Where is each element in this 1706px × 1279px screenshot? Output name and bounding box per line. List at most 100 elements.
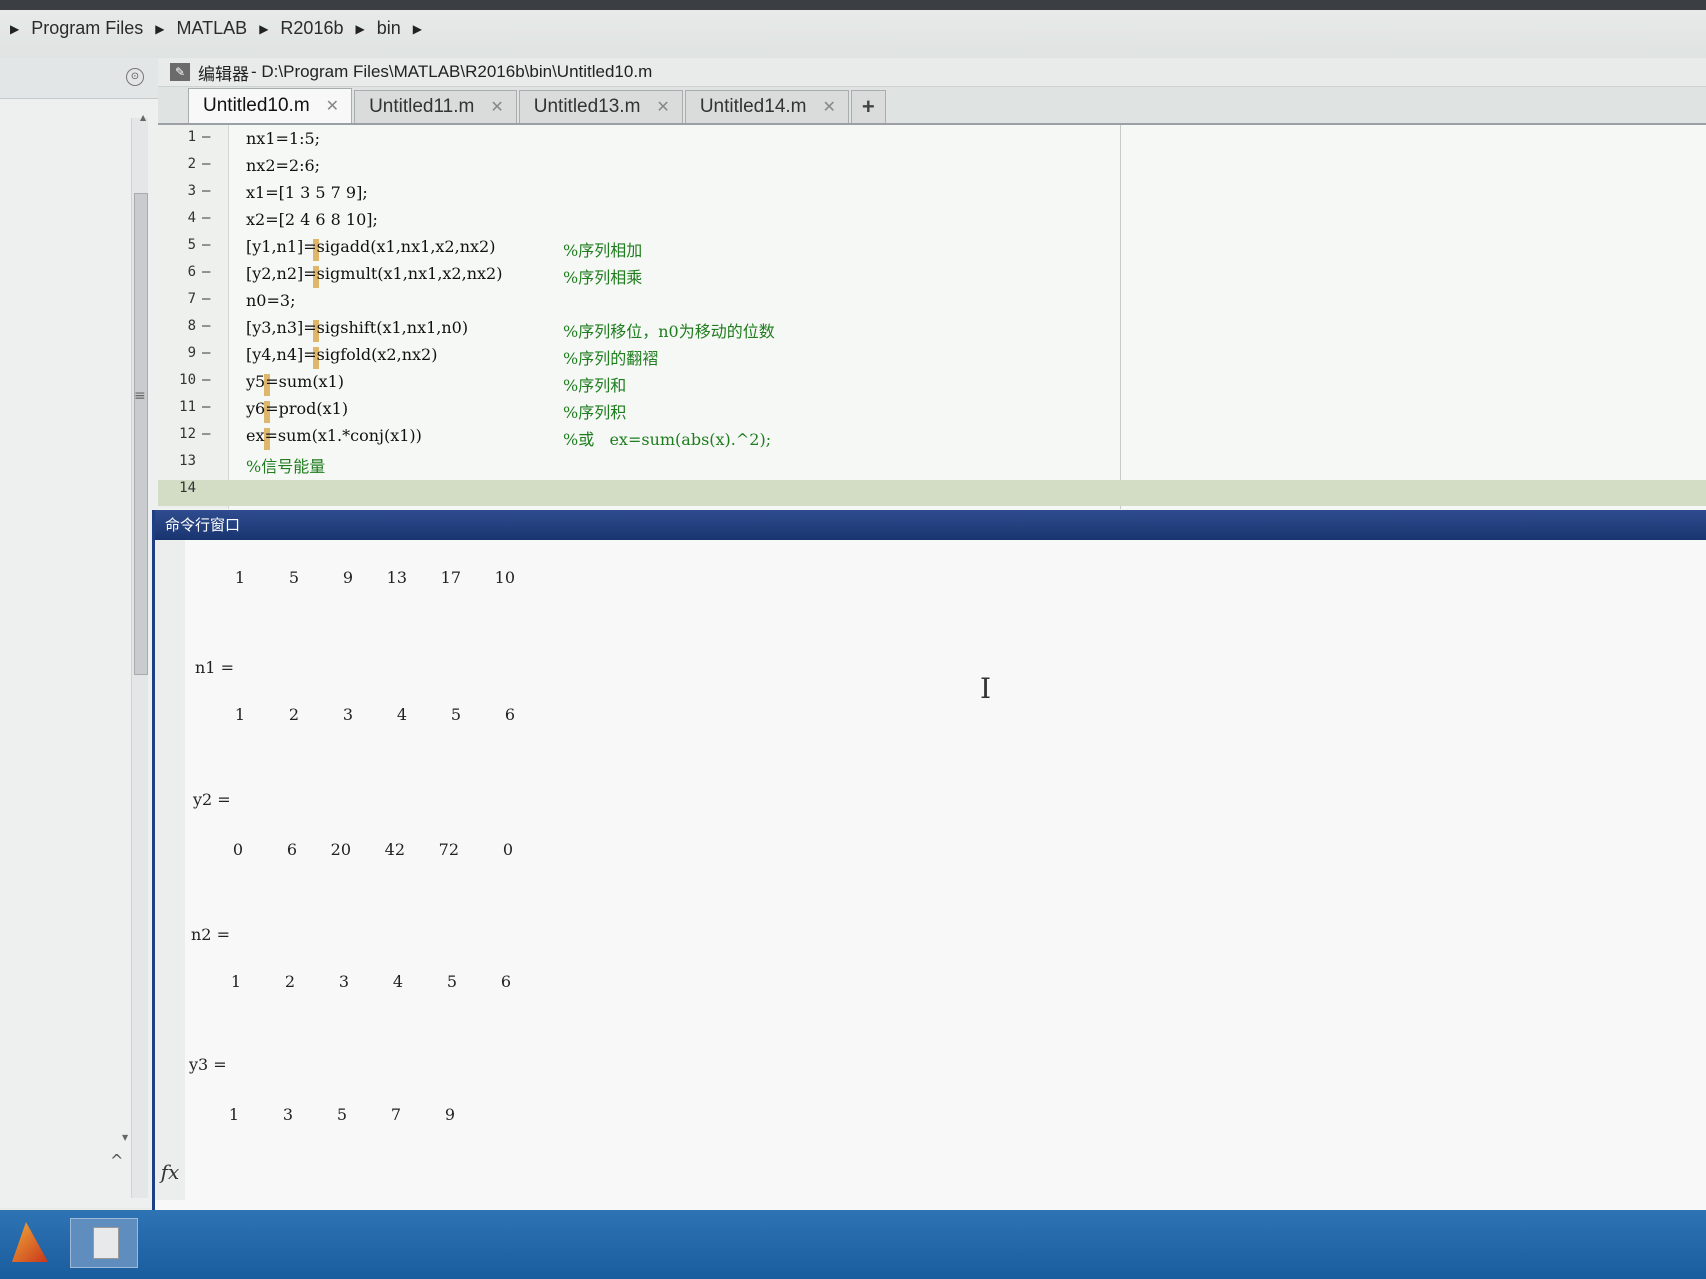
add-tab-button[interactable]: + xyxy=(850,90,886,123)
breakpoint-marker[interactable]: – xyxy=(202,210,210,226)
code-line[interactable]: 8 – [y3,n3]=sigshift(x1,nx1,n0) %序列移位，n0… xyxy=(158,318,1118,344)
output-variable: y2 = xyxy=(193,790,231,809)
function-browser-icon[interactable]: fx xyxy=(155,1160,185,1184)
output-value: 5 xyxy=(450,705,461,724)
tab-untitled10[interactable]: Untitled10.m ✕ xyxy=(188,88,353,123)
code-area[interactable]: 1 – nx1=1:5; 2 – nx2=2:6; 3 – x1=[1 3 5 … xyxy=(158,125,1706,509)
code-line[interactable]: 4 – x2=[2 4 6 8 10]; xyxy=(158,210,1118,236)
tab-untitled11[interactable]: Untitled11.m ✕ xyxy=(354,90,517,123)
file-explorer-app-icon[interactable] xyxy=(70,1218,138,1268)
code-line[interactable]: 10 – y5=sum(x1) %序列和 xyxy=(158,372,1118,398)
command-window[interactable]: 命令行窗口 1 5 9 13 17 10 n1 = 1 2 3 4 5 6 y2… xyxy=(152,510,1706,1210)
code-text: x2=[2 4 6 8 10]; xyxy=(246,210,378,229)
resize-grip-icon[interactable]: ≡ xyxy=(134,388,146,404)
output-value: 5 xyxy=(288,568,299,587)
code-line[interactable]: 11 – y6=prod(x1) %序列积 xyxy=(158,399,1118,425)
output-value: 2 xyxy=(288,705,299,724)
breakpoint-marker[interactable]: – xyxy=(202,345,210,361)
breakpoint-marker[interactable]: – xyxy=(202,156,210,172)
code-line[interactable]: 6 – [y2,n2]=sigmult(x1,nx1,x2,nx2) %序列相乘 xyxy=(158,264,1118,290)
breakpoint-marker[interactable]: – xyxy=(202,291,210,307)
output-value: 17 xyxy=(440,568,461,587)
breakpoint-marker[interactable]: – xyxy=(202,399,210,415)
breadcrumb-item[interactable]: MATLAB xyxy=(177,18,248,39)
code-line[interactable]: 9 – [y4,n4]=sigfold(x2,nx2) %序列的翻褶 xyxy=(158,345,1118,371)
tab-label: Untitled10.m xyxy=(203,95,310,116)
line-number: 6 xyxy=(187,264,196,280)
close-icon[interactable]: ✕ xyxy=(490,97,503,117)
code-comment: %序列的翻褶 xyxy=(563,349,659,368)
breakpoint-marker[interactable]: – xyxy=(202,237,210,253)
breakpoint-marker[interactable]: – xyxy=(202,264,210,280)
code-line[interactable]: 2 – nx2=2:6; xyxy=(158,156,1118,182)
output-value: 1 xyxy=(234,705,245,724)
code-comment: %或 ex=sum(abs(x).^2); xyxy=(563,430,772,449)
line-number: 14 xyxy=(179,480,196,496)
panel-actions-icon[interactable]: ⊙ xyxy=(126,68,144,86)
code-comment: %信号能量 xyxy=(246,457,326,476)
line-number: 4 xyxy=(187,210,196,226)
address-bar: ▶ Program Files ▶ MATLAB ▶ R2016b ▶ bin … xyxy=(0,0,1706,59)
breakpoint-marker[interactable]: – xyxy=(202,372,210,388)
close-icon[interactable]: ✕ xyxy=(656,97,669,117)
output-value: 6 xyxy=(286,840,297,859)
editor-tabs: Untitled10.m ✕ Untitled11.m ✕ Untitled13… xyxy=(158,87,1706,125)
output-variable: y3 = xyxy=(189,1055,227,1074)
chevron-right-icon[interactable]: ▶ xyxy=(355,22,364,36)
line-number: 5 xyxy=(187,237,196,253)
line-number: 9 xyxy=(187,345,196,361)
code-line[interactable]: 5 – [y1,n1]=sigadd(x1,nx1,x2,nx2) %序列相加 xyxy=(158,237,1118,263)
code-comment: %序列移位，n0为移动的位数 xyxy=(563,322,775,341)
right-margin-line xyxy=(1120,125,1121,509)
code-line[interactable]: 7 – n0=3; xyxy=(158,291,1118,317)
matlab-app-icon[interactable] xyxy=(12,1222,48,1262)
tab-label: Untitled13.m xyxy=(533,96,641,117)
chevron-right-icon[interactable]: ▶ xyxy=(155,22,164,36)
chevron-up-icon[interactable]: ^ xyxy=(110,1151,123,1170)
tab-untitled13[interactable]: Untitled13.m ✕ xyxy=(518,90,683,123)
breakpoint-marker[interactable]: – xyxy=(202,318,210,334)
breakpoint-marker[interactable]: – xyxy=(202,129,210,145)
code-line[interactable]: 1 – nx1=1:5; xyxy=(158,129,1118,155)
breadcrumb-item[interactable]: R2016b xyxy=(280,18,343,39)
scroll-down-icon[interactable]: ▼ xyxy=(122,1133,128,1142)
document-icon xyxy=(93,1227,119,1259)
chevron-right-icon[interactable]: ▶ xyxy=(413,22,422,36)
chevron-right-icon[interactable]: ▶ xyxy=(10,22,19,36)
output-value: 6 xyxy=(504,705,515,724)
code-line-current[interactable]: 14 xyxy=(158,480,1706,506)
breakpoint-marker[interactable]: – xyxy=(202,183,210,199)
close-icon[interactable]: ✕ xyxy=(326,96,339,116)
breadcrumb-item[interactable]: bin xyxy=(377,18,401,39)
breakpoint-marker[interactable]: – xyxy=(202,426,210,442)
code-text: nx1=1:5; xyxy=(246,129,321,148)
scroll-up-icon[interactable]: ▲ xyxy=(140,113,146,122)
command-window-title: 命令行窗口 xyxy=(155,510,1706,540)
output-value: 9 xyxy=(444,1105,455,1124)
output-value: 4 xyxy=(392,972,403,991)
editor-title-bar: ✎ 编辑器 - D:\Program Files\MATLAB\R2016b\b… xyxy=(158,58,1706,87)
close-icon[interactable]: ✕ xyxy=(823,97,836,117)
chevron-right-icon[interactable]: ▶ xyxy=(259,22,268,36)
output-value: 7 xyxy=(390,1105,401,1124)
tab-untitled14[interactable]: Untitled14.m ✕ xyxy=(684,90,849,123)
output-value: 3 xyxy=(282,1105,293,1124)
code-line[interactable]: 12 – ex=sum(x1.*conj(x1)) %或 ex=sum(abs(… xyxy=(158,426,1118,452)
code-line[interactable]: 3 – x1=[1 3 5 7 9]; xyxy=(158,183,1118,209)
breadcrumb-item[interactable]: Program Files xyxy=(31,18,143,39)
current-folder-panel: ⊙ ▲ ▼ ≡ ^ xyxy=(0,58,159,1208)
scrollbar-thumb[interactable] xyxy=(134,193,148,675)
command-output[interactable]: 1 5 9 13 17 10 n1 = 1 2 3 4 5 6 y2 = 0 6… xyxy=(185,540,1685,1200)
vertical-scrollbar[interactable] xyxy=(131,118,148,1198)
taskbar xyxy=(0,1210,1706,1279)
command-window-gutter xyxy=(155,540,185,1200)
tab-label: Untitled14.m xyxy=(699,96,807,117)
code-comment: %序列积 xyxy=(563,403,627,422)
output-value: 1 xyxy=(230,972,241,991)
editor-file-path: - D:\Program Files\MATLAB\R2016b\bin\Unt… xyxy=(251,62,653,81)
panel-header: ⊙ xyxy=(0,58,158,99)
code-text: [y4,n4]=sigfold(x2,nx2) xyxy=(246,345,438,364)
line-number: 1 xyxy=(187,129,196,145)
code-text: x1=[1 3 5 7 9]; xyxy=(246,183,368,202)
code-line[interactable]: 13 %信号能量 xyxy=(158,453,1118,479)
